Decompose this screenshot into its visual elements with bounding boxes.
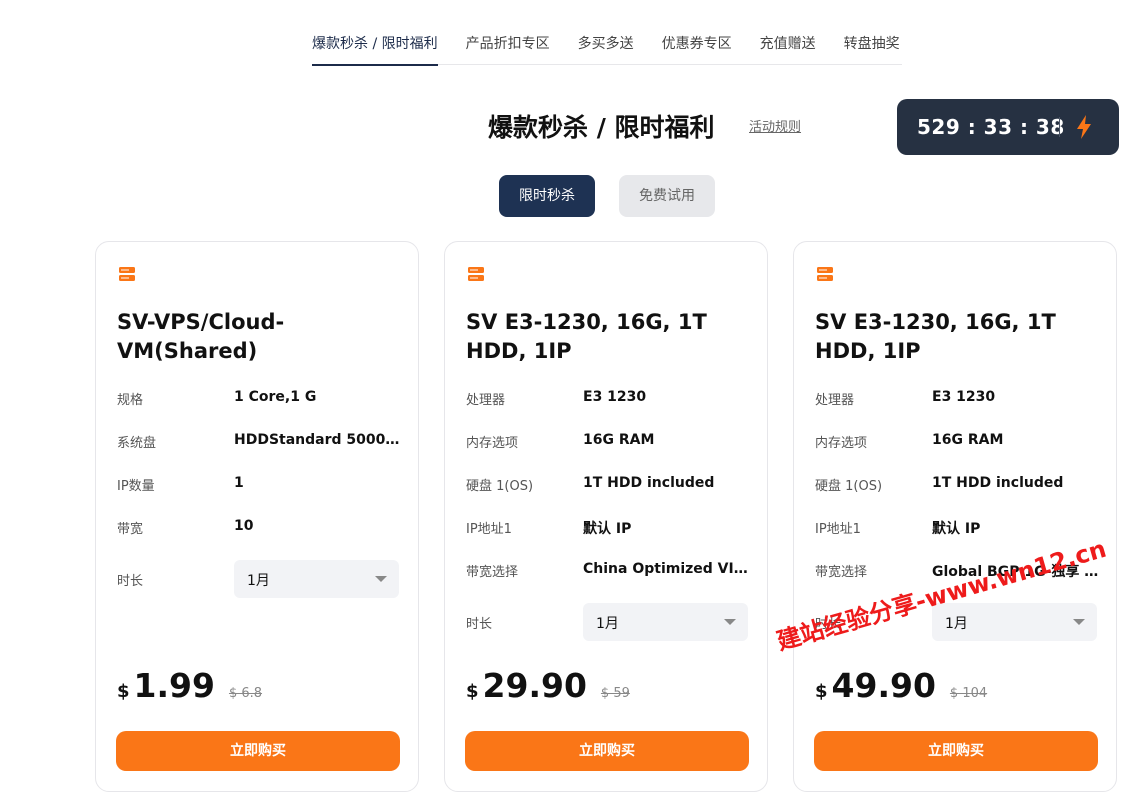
spec-row: 带宽 10 <box>117 518 401 538</box>
spec-label: IP地址1 <box>466 522 512 537</box>
duration-label: 时长 <box>466 617 493 632</box>
spec-label: 规格 <box>117 393 144 408</box>
original-price: $ 104 <box>949 686 988 701</box>
spec-label: 硬盘 1(OS) <box>466 479 534 494</box>
product-title: SV-VPS/Cloud-VM(Shared) <box>117 310 285 363</box>
spec-row: 硬盘 1(OS) 1T HDD included <box>815 475 1099 495</box>
spec-value: 1T HDD included <box>583 475 715 491</box>
buy-now-button[interactable]: 立即购买 <box>814 731 1098 771</box>
spec-row: IP地址1 默认 IP <box>466 518 750 538</box>
spec-value: 16G RAM <box>932 432 1004 448</box>
server-icon <box>468 267 484 281</box>
original-price: $ 6.8 <box>228 686 263 701</box>
spec-label: 带宽 <box>117 522 144 537</box>
product-card: SV-VPS/Cloud-VM(Shared) 规格 1 Core,1 G 系统… <box>95 241 419 792</box>
server-icon <box>119 267 135 281</box>
spec-row: 内存选项 16G RAM <box>466 432 750 452</box>
duration-select[interactable]: 1月 <box>234 560 399 598</box>
spec-row: IP地址1 默认 IP <box>815 518 1099 538</box>
product-card: SV E3-1230, 16G, 1T HDD, 1IP 处理器 E3 1230… <box>444 241 768 792</box>
spec-label: IP数量 <box>117 479 155 494</box>
spec-label: 内存选项 <box>815 436 868 451</box>
tab-buy-more-get-more[interactable]: 多买多送 <box>578 24 634 65</box>
price: $ 29.90 $ 59 <box>466 666 630 705</box>
original-price: $ 59 <box>600 686 630 701</box>
spec-row: 硬盘 1(OS) 1T HDD included <box>466 475 750 495</box>
server-icon <box>817 267 833 281</box>
lightning-bolt-icon <box>1077 115 1091 139</box>
countdown-timer: 529 : 33 : 38 <box>897 99 1119 155</box>
spec-row: 处理器 E3 1230 <box>815 389 1099 409</box>
free-trial-mode-button[interactable]: 免费试用 <box>619 175 715 217</box>
spec-value: 1T HDD included <box>932 475 1064 491</box>
duration-value: 1月 <box>945 616 968 632</box>
spec-label: 内存选项 <box>466 436 519 451</box>
spec-value: HDDStandard 5000I... <box>234 432 401 448</box>
price: $ 49.90 $ 104 <box>815 666 987 705</box>
currency-symbol: $ <box>117 681 130 702</box>
tab-product-discount[interactable]: 产品折扣专区 <box>466 24 550 65</box>
spec-row: 规格 1 Core,1 G <box>117 389 401 409</box>
spec-row: IP数量 1 <box>117 475 401 495</box>
spec-label: 硬盘 1(OS) <box>815 479 883 494</box>
spec-label: 系统盘 <box>117 436 157 451</box>
duration-select[interactable]: 1月 <box>932 603 1097 641</box>
spec-label: 处理器 <box>815 393 855 408</box>
spec-value: 1 Core,1 G <box>234 389 317 405</box>
currency-symbol: $ <box>815 681 828 702</box>
buy-now-button[interactable]: 立即购买 <box>116 731 400 771</box>
chevron-down-icon <box>724 619 736 625</box>
spec-label: IP地址1 <box>815 522 861 537</box>
currency-symbol: $ <box>466 681 479 702</box>
tab-coupons[interactable]: 优惠券专区 <box>662 24 732 65</box>
spec-row: 带宽选择 China Optimized VIP ... <box>466 561 750 581</box>
chevron-down-icon <box>375 576 387 582</box>
spec-value: E3 1230 <box>932 389 996 405</box>
price-amount: 29.90 <box>482 666 587 705</box>
duration-value: 1月 <box>247 573 270 589</box>
spec-row: 系统盘 HDDStandard 5000I... <box>117 432 401 452</box>
product-card: SV E3-1230, 16G, 1T HDD, 1IP 处理器 E3 1230… <box>793 241 1117 792</box>
price: $ 1.99 $ 6.8 <box>117 666 262 705</box>
spec-row: 处理器 E3 1230 <box>466 389 750 409</box>
tab-flash-sale[interactable]: 爆款秒杀 / 限时福利 <box>312 24 438 66</box>
countdown-time: 529 : 33 : 38 <box>917 115 1065 139</box>
spec-row: 内存选项 16G RAM <box>815 432 1099 452</box>
buy-now-button[interactable]: 立即购买 <box>465 731 749 771</box>
price-amount: 1.99 <box>133 666 215 705</box>
product-title: SV E3-1230, 16G, 1T HDD, 1IP <box>466 310 707 363</box>
spec-label: 处理器 <box>466 393 506 408</box>
duration-value: 1月 <box>596 616 619 632</box>
promo-tabs: 爆款秒杀 / 限时福利 产品折扣专区 多买多送 优惠券专区 充值赠送 转盘抽奖 <box>312 24 902 66</box>
flash-sale-mode-button[interactable]: 限时秒杀 <box>499 175 595 217</box>
spec-label: 带宽选择 <box>466 565 519 580</box>
spec-label: 带宽选择 <box>815 565 868 580</box>
spec-value: 默认 IP <box>583 521 632 537</box>
duration-label: 时长 <box>117 574 144 589</box>
spec-value: 默认 IP <box>932 521 981 537</box>
spec-value: China Optimized VIP ... <box>583 561 750 577</box>
spec-value: 16G RAM <box>583 432 655 448</box>
countdown-divider <box>1059 117 1060 137</box>
spec-value: 1 <box>234 475 244 491</box>
spec-value: E3 1230 <box>583 389 647 405</box>
tab-recharge-bonus[interactable]: 充值赠送 <box>760 24 816 65</box>
product-title: SV E3-1230, 16G, 1T HDD, 1IP <box>815 310 1056 363</box>
chevron-down-icon <box>1073 619 1085 625</box>
page-title: 爆款秒杀 / 限时福利 <box>488 113 715 142</box>
price-amount: 49.90 <box>831 666 936 705</box>
spec-value: 10 <box>234 518 254 534</box>
activity-rules-link[interactable]: 活动规则 <box>749 116 801 135</box>
tab-lucky-wheel[interactable]: 转盘抽奖 <box>844 24 900 65</box>
duration-select[interactable]: 1月 <box>583 603 748 641</box>
